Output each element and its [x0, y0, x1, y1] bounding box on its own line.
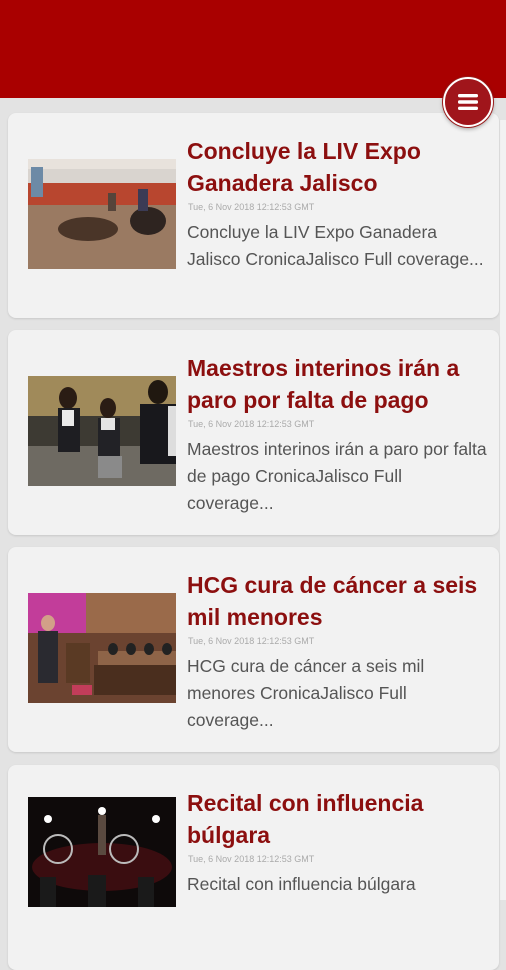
article-snippet: HCG cura de cáncer a seis mil menores Cr…	[187, 656, 425, 730]
article-title[interactable]: Concluye la LIV Expo Ganadera Jalisco	[187, 135, 487, 199]
article-thumbnail	[28, 376, 176, 486]
article-card[interactable]: Recital con influencia búlgara Tue, 6 No…	[8, 765, 499, 970]
article-card[interactable]: Concluye la LIV Expo Ganadera Jalisco Tu…	[8, 113, 499, 318]
article-card[interactable]: HCG cura de cáncer a seis mil menores Tu…	[8, 547, 499, 752]
top-app-bar	[0, 0, 506, 98]
article-title[interactable]: Maestros interinos irán a paro por falta…	[187, 352, 487, 416]
article-thumbnail	[28, 159, 176, 269]
article-date: Tue, 6 Nov 2018 12:12:53 GMT	[188, 636, 315, 646]
next-column-edge	[500, 120, 506, 900]
menu-button[interactable]	[443, 77, 493, 127]
article-date: Tue, 6 Nov 2018 12:12:53 GMT	[188, 419, 315, 429]
article-title[interactable]: Recital con influencia búlgara	[187, 787, 487, 851]
article-snippet: Recital con influencia búlgara	[187, 874, 416, 894]
article-card[interactable]: Maestros interinos irán a paro por falta…	[8, 330, 499, 535]
article-snippet: Maestros interinos irán a paro por falta…	[187, 439, 487, 513]
article-snippet: Concluye la LIV Expo Ganadera Jalisco Cr…	[187, 222, 484, 269]
article-title[interactable]: HCG cura de cáncer a seis mil menores	[187, 569, 487, 633]
article-thumbnail	[28, 797, 176, 907]
article-date: Tue, 6 Nov 2018 12:12:53 GMT	[188, 854, 315, 864]
article-date: Tue, 6 Nov 2018 12:12:53 GMT	[188, 202, 315, 212]
article-thumbnail	[28, 593, 176, 703]
hamburger-menu-icon	[458, 94, 478, 110]
